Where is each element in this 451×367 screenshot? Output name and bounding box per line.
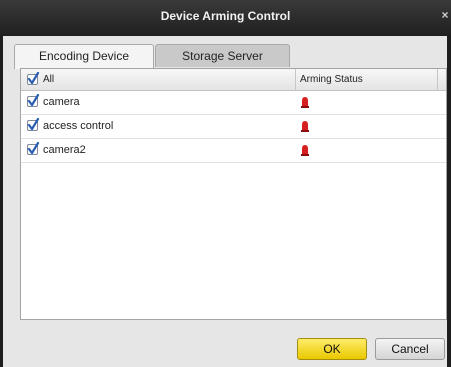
alarm-icon bbox=[301, 145, 309, 156]
tab-encoding-device[interactable]: Encoding Device bbox=[14, 44, 154, 69]
column-divider bbox=[295, 69, 296, 91]
row-checkbox[interactable] bbox=[27, 118, 40, 131]
alarm-icon bbox=[301, 97, 309, 108]
ok-button[interactable]: OK bbox=[297, 338, 367, 360]
table-row[interactable]: access control bbox=[21, 115, 446, 139]
table-row[interactable]: camera bbox=[21, 91, 446, 115]
row-checkbox[interactable] bbox=[27, 142, 40, 155]
column-header-arming-status: Arming Status bbox=[300, 74, 363, 85]
checkmark-icon bbox=[27, 94, 40, 107]
close-icon[interactable]: × bbox=[439, 6, 451, 24]
cancel-button[interactable]: Cancel bbox=[375, 338, 445, 360]
alarm-icon bbox=[301, 121, 309, 132]
column-header-all: All bbox=[43, 74, 55, 85]
dialog-title: Device Arming Control bbox=[160, 9, 291, 23]
tab-storage-server[interactable]: Storage Server bbox=[155, 44, 290, 67]
select-all-checkbox[interactable] bbox=[27, 72, 40, 85]
left-border bbox=[0, 36, 3, 367]
table-row[interactable]: camera2 bbox=[21, 139, 446, 163]
checkmark-icon bbox=[27, 72, 40, 85]
device-arming-dialog: Device Arming Control × Encoding Device … bbox=[0, 0, 451, 367]
checkmark-icon bbox=[27, 142, 40, 155]
row-checkbox[interactable] bbox=[27, 94, 40, 107]
device-name: camera2 bbox=[43, 144, 86, 156]
device-name: access control bbox=[43, 120, 114, 132]
device-table: All Arming Status camera access control … bbox=[20, 68, 447, 320]
table-header: All Arming Status bbox=[21, 69, 446, 91]
title-bar: Device Arming Control × bbox=[0, 0, 451, 36]
device-name: camera bbox=[43, 96, 80, 108]
checkmark-icon bbox=[27, 118, 40, 131]
column-divider bbox=[437, 69, 438, 91]
right-border bbox=[447, 36, 451, 367]
